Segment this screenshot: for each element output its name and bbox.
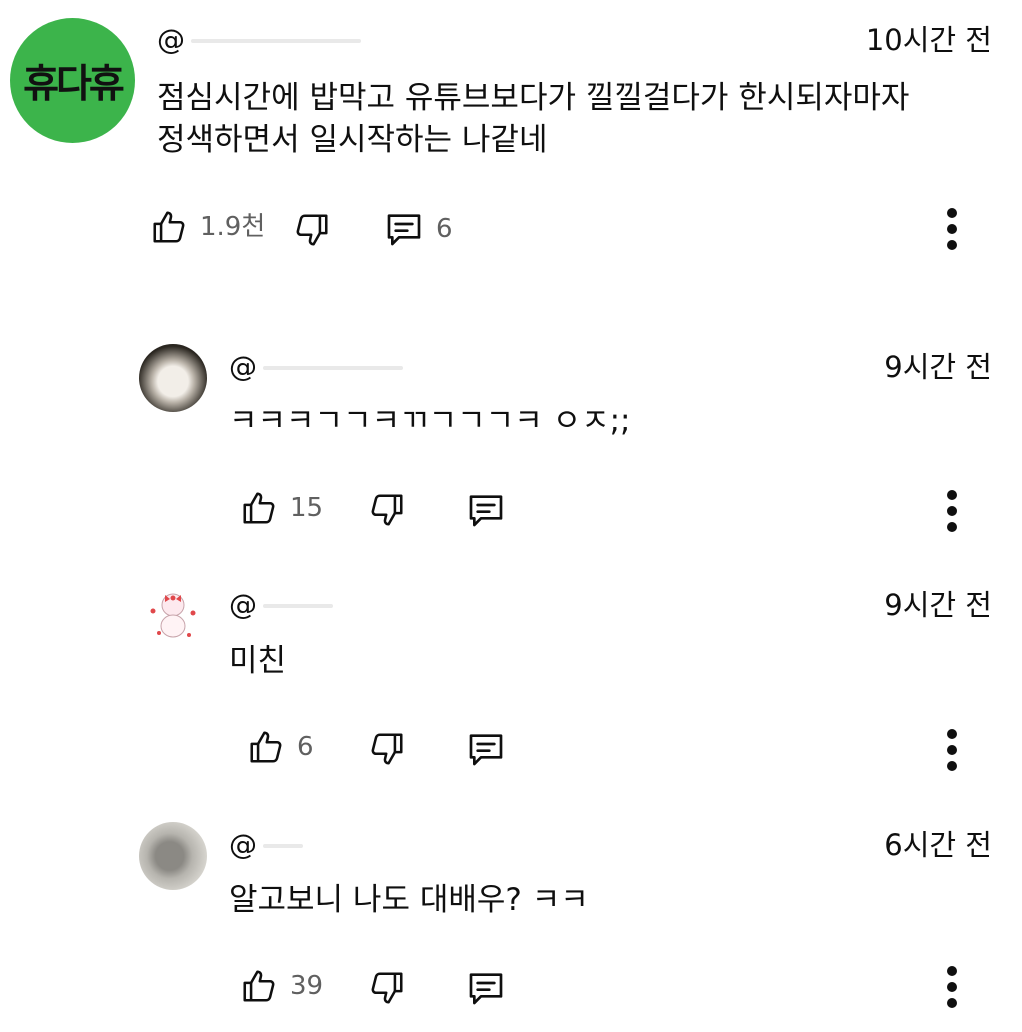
avatar-image xyxy=(150,593,196,638)
like-button[interactable]: 15 xyxy=(240,488,323,528)
comment-author[interactable]: @ xyxy=(229,591,333,619)
more-vertical-icon[interactable] xyxy=(945,966,959,1014)
comment-text: ㅋㅋㅋㄱㄱㅋㄲㄱㄱㄱㅋ ㅇㅈ;; xyxy=(229,403,631,439)
reply-button[interactable] xyxy=(466,729,506,769)
comment-timestamp: 6시간 전 xyxy=(884,828,992,862)
comment-icon xyxy=(466,729,506,769)
dislike-button[interactable] xyxy=(368,729,406,769)
comment-author[interactable]: @ xyxy=(229,353,403,381)
more-vertical-icon[interactable] xyxy=(945,729,959,777)
like-button[interactable]: 1.9천 xyxy=(150,207,265,247)
like-count: 39 xyxy=(290,971,324,1001)
avatar-text: 휴다휴 xyxy=(23,61,125,107)
thumbs-down-icon xyxy=(293,210,331,250)
comment-text: 점심시간에 밥막고 유튜브보다가 낄낄걸다가 한시되자마자 정색하면서 일시작하… xyxy=(157,80,910,158)
thumbs-up-icon xyxy=(150,207,188,247)
more-vertical-icon[interactable] xyxy=(945,490,959,538)
redacted-handle xyxy=(191,39,361,43)
avatar[interactable]: 휴다휴 xyxy=(10,18,135,143)
comment-icon xyxy=(466,490,506,530)
redacted-handle xyxy=(263,844,303,848)
comment-text: 미친 xyxy=(229,643,287,679)
comment-icon xyxy=(384,209,424,249)
like-count: 1.9천 xyxy=(200,212,266,242)
comment-timestamp: 10시간 전 xyxy=(865,23,992,57)
more-vertical-icon[interactable] xyxy=(945,208,959,256)
thumbs-down-icon xyxy=(368,490,406,530)
thumbs-down-icon xyxy=(368,968,406,1008)
dislike-button[interactable] xyxy=(368,968,406,1008)
like-count: 6 xyxy=(297,732,314,762)
comment-timestamp: 9시간 전 xyxy=(884,588,992,622)
comment-timestamp: 9시간 전 xyxy=(884,350,992,384)
avatar[interactable] xyxy=(139,581,207,649)
comment-icon xyxy=(466,968,506,1008)
avatar[interactable] xyxy=(139,822,207,890)
redacted-handle xyxy=(263,604,333,608)
avatar[interactable] xyxy=(139,344,207,412)
thumbs-down-icon xyxy=(368,729,406,769)
reply-count: 6 xyxy=(436,214,453,244)
thumbs-up-icon xyxy=(240,966,278,1006)
like-count: 15 xyxy=(290,493,324,523)
dislike-button[interactable] xyxy=(368,490,406,530)
like-button[interactable]: 39 xyxy=(240,966,323,1006)
dislike-button[interactable] xyxy=(293,210,331,250)
comment-author[interactable]: @ xyxy=(229,831,303,859)
thumbs-up-icon xyxy=(240,488,278,528)
thumbs-up-icon xyxy=(247,727,285,767)
comment-text: 알고보니 나도 대배우? ㅋㅋ xyxy=(229,882,589,918)
redacted-handle xyxy=(263,366,403,370)
like-button[interactable]: 6 xyxy=(247,727,314,767)
comment-author[interactable]: @ xyxy=(157,26,361,54)
reply-button[interactable]: 6 xyxy=(384,209,453,249)
reply-button[interactable] xyxy=(466,490,506,530)
reply-button[interactable] xyxy=(466,968,506,1008)
